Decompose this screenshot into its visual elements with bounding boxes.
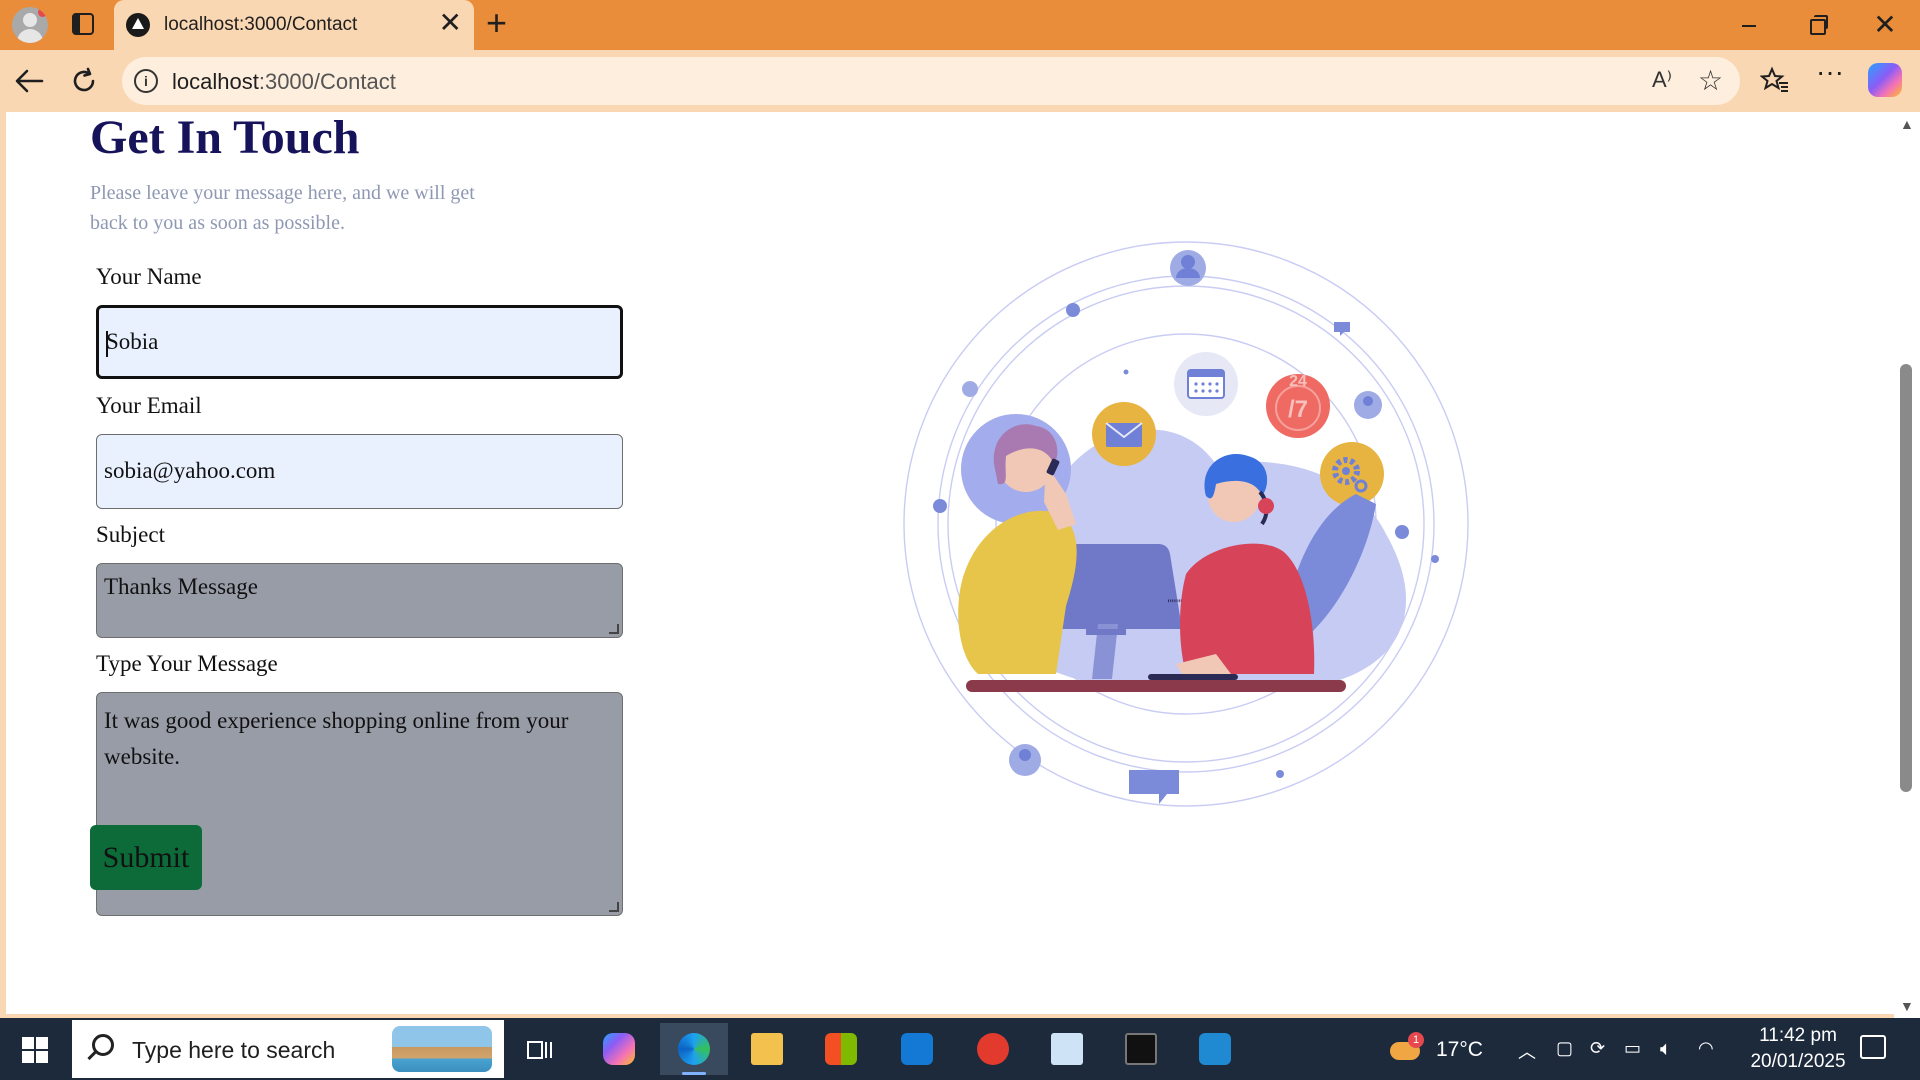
clock-time: 11:42 pm (1759, 1025, 1837, 1046)
name-label: Your Name (96, 264, 202, 289)
close-icon[interactable]: ✕ (439, 9, 462, 37)
subject-textarea[interactable]: Thanks Message (96, 563, 623, 638)
woman-figure (958, 510, 1077, 674)
message-label: Type Your Message (96, 651, 278, 676)
customer-support-illustration: 24 /7 """" """" (903, 241, 1469, 807)
taskbar-file-explorer[interactable] (736, 1023, 796, 1075)
profile-icon[interactable] (12, 7, 48, 43)
scroll-down-icon[interactable]: ▼ (1900, 998, 1914, 1014)
edge-icon (678, 1033, 710, 1065)
vscode-icon (1199, 1033, 1231, 1065)
chat-bubble-icon (1129, 770, 1179, 804)
favorite-icon[interactable]: ☆ (1698, 64, 1723, 97)
taskbar-wps[interactable] (962, 1023, 1022, 1075)
meet-now-icon[interactable]: ▢ (1556, 1038, 1573, 1059)
browser-title-bar: localhost:3000/Contact ✕ + ✕ (0, 0, 1920, 50)
wps-icon (977, 1033, 1009, 1065)
search-placeholder: Type here to search (132, 1037, 336, 1063)
chat-bubble-icon (1334, 322, 1350, 336)
windows-icon[interactable] (22, 1037, 48, 1063)
chevron-up-icon[interactable]: ︿ (1518, 1038, 1536, 1064)
weather-temperature[interactable]: 17°C (1436, 1038, 1483, 1062)
clock-date: 20/01/2025 (1750, 1051, 1846, 1072)
tabs-icon[interactable] (72, 13, 94, 35)
desk (966, 680, 1346, 692)
message-value: It was good experience shopping online f… (104, 708, 569, 769)
submit-button[interactable]: Submit (90, 825, 202, 890)
refresh-icon[interactable] (70, 67, 98, 95)
store-icon (825, 1033, 857, 1065)
copilot-icon[interactable] (1868, 63, 1902, 97)
svg-text:/7: /7 (1288, 396, 1308, 423)
minimize-button[interactable] (1713, 0, 1783, 50)
subject-label: Subject (96, 522, 165, 547)
battery-icon[interactable]: ▭ (1624, 1038, 1641, 1059)
subject-value: Thanks Message (104, 574, 258, 599)
read-aloud-icon[interactable]: A⁾ (1652, 67, 1672, 93)
file-explorer-icon (751, 1033, 783, 1065)
plus-icon[interactable]: + (486, 5, 507, 41)
email-value: sobia@yahoo.com (104, 458, 276, 483)
resize-handle-icon[interactable] (609, 624, 619, 634)
taskbar-store[interactable] (810, 1023, 870, 1075)
site-favicon-icon (126, 13, 150, 37)
taskbar-copilot[interactable] (588, 1023, 648, 1075)
scroll-up-icon[interactable]: ▲ (1900, 116, 1914, 132)
page-title: Get In Touch (90, 112, 360, 164)
tab-contact[interactable]: localhost:3000/Contact ✕ (114, 0, 474, 50)
wifi-icon[interactable]: ◠ (1698, 1038, 1714, 1059)
favorites-bar-icon[interactable] (1760, 66, 1790, 94)
taskbar-outlook[interactable] (886, 1023, 946, 1075)
name-value: Sobia (106, 329, 159, 354)
task-view-icon[interactable] (526, 1036, 554, 1064)
address-bar[interactable]: i localhost:3000/Contact A⁾ ☆ (122, 57, 1740, 105)
taskbar-vscode[interactable] (1184, 1023, 1244, 1075)
page-viewport: Get In Touch Please leave your message h… (6, 112, 1894, 1014)
system-clock[interactable]: 11:42 pm 20/01/2025 (1738, 1023, 1858, 1075)
copilot-app-icon (603, 1033, 635, 1065)
speaker-icon[interactable]: 🔈︎ (1660, 1038, 1672, 1061)
notepad-icon (1051, 1033, 1083, 1065)
restore-button[interactable] (1781, 0, 1851, 50)
back-icon[interactable] (14, 68, 44, 94)
taskbar-edge[interactable] (660, 1023, 728, 1075)
search-icon (92, 1034, 114, 1056)
name-input[interactable]: Sobia (96, 305, 623, 379)
taskbar-notepad[interactable] (1036, 1023, 1096, 1075)
weather-icon[interactable]: 1 (1390, 1032, 1424, 1062)
svg-text:24: 24 (1289, 373, 1307, 390)
taskbar-search-box[interactable]: Type here to search (72, 1020, 504, 1078)
window-close-button[interactable]: ✕ (1850, 0, 1920, 50)
page-subtitle: Please leave your message here, and we w… (90, 182, 475, 234)
notification-icon[interactable] (1860, 1035, 1886, 1059)
email-label: Your Email (96, 393, 202, 418)
terminal-icon (1125, 1033, 1157, 1065)
more-icon[interactable]: ··· (1816, 58, 1844, 86)
scrollbar-thumb[interactable] (1900, 364, 1912, 792)
search-highlight-image (392, 1026, 492, 1072)
page-scrollbar[interactable]: ▲ ▼ (1894, 112, 1920, 1018)
taskbar-terminal[interactable] (1110, 1023, 1170, 1075)
url-text[interactable]: localhost:3000/Contact (172, 69, 396, 95)
info-icon[interactable]: i (134, 69, 158, 93)
email-input[interactable]: sobia@yahoo.com (96, 434, 623, 509)
outlook-icon (901, 1033, 933, 1065)
sync-icon[interactable]: ⟳ (1590, 1038, 1605, 1059)
tab-title: localhost:3000/Contact (164, 14, 358, 35)
resize-handle-icon[interactable] (609, 902, 619, 912)
windows-taskbar: Type here to search 1 17°C ︿ ▢ ⟳ ▭ 🔈︎ ◠ (0, 1018, 1920, 1080)
